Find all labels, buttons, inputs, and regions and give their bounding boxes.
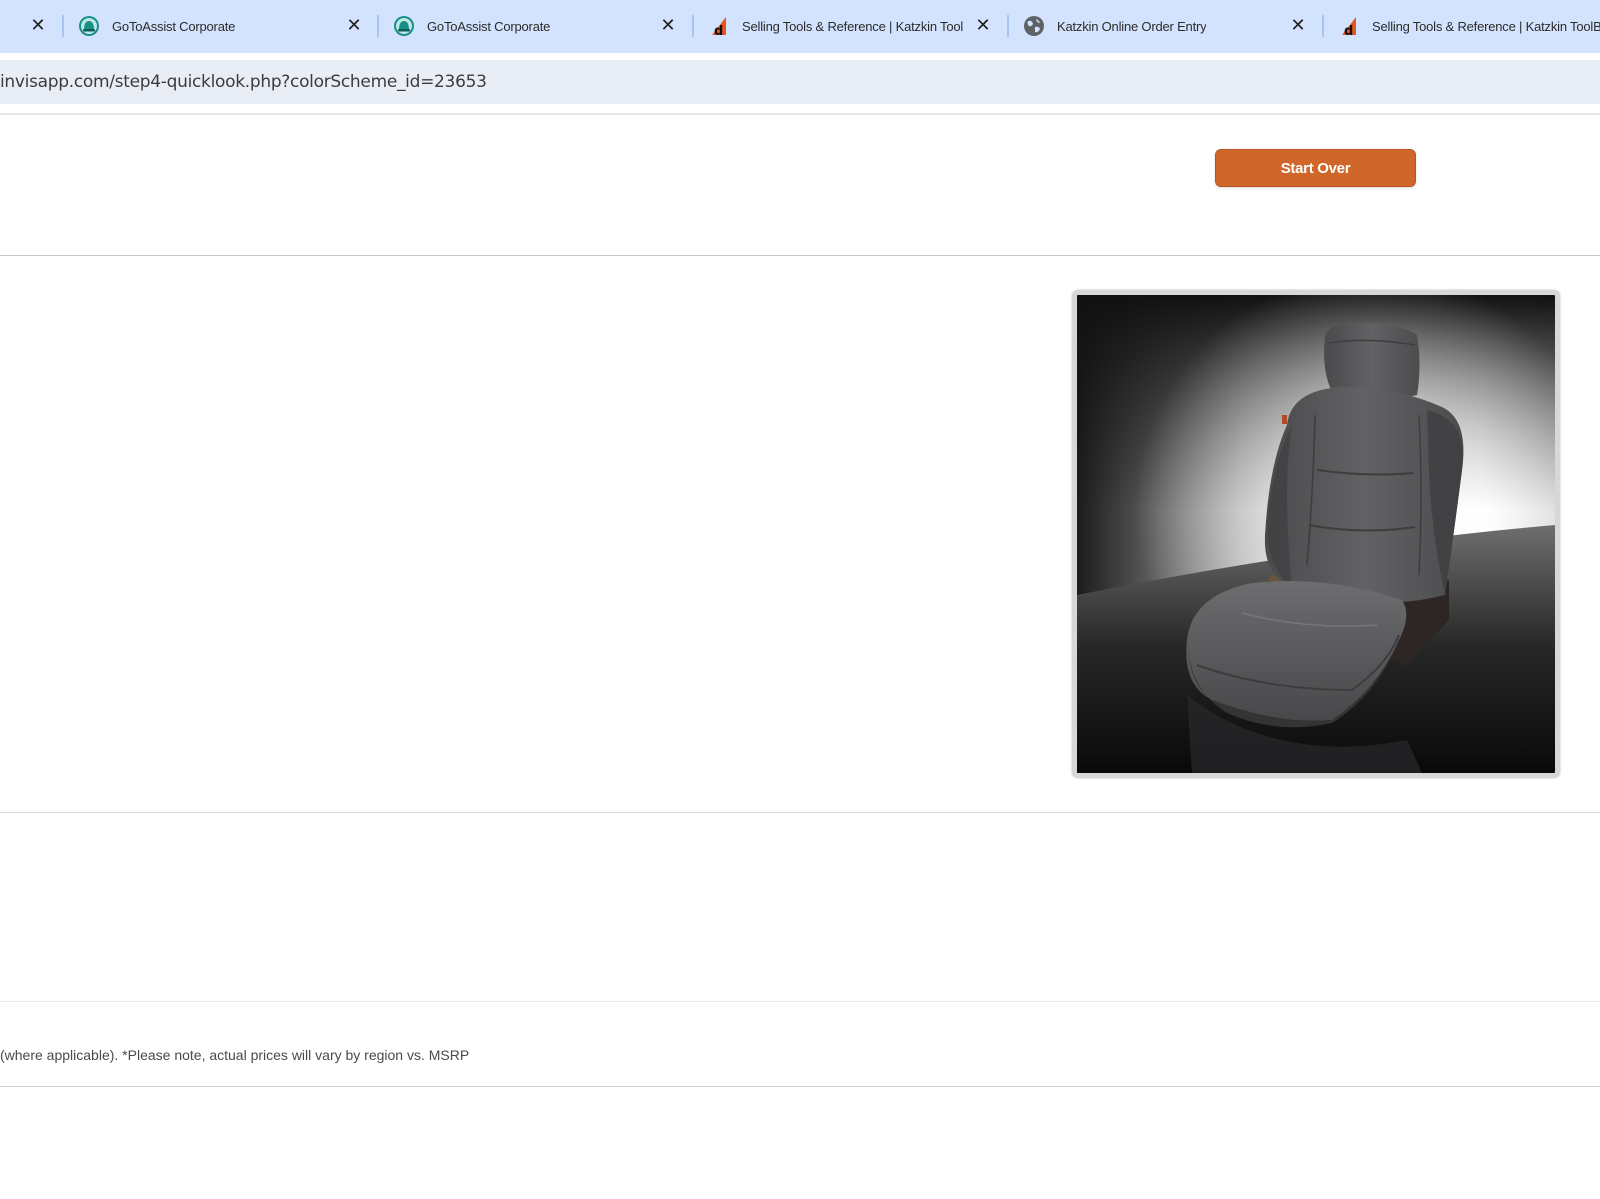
tab-title: Selling Tools & Reference | Katzkin Tool…: [1372, 18, 1600, 34]
address-bar[interactable]: invisapp.com/step4-quicklook.php?colorSc…: [0, 60, 1600, 104]
tab-separator: [377, 15, 379, 37]
section-divider: [0, 812, 1600, 813]
tab-close-icon[interactable]: ✕: [343, 15, 365, 37]
tab-title: Selling Tools & Reference | Katzkin Tool…: [742, 18, 963, 34]
tab-close-icon[interactable]: ✕: [657, 15, 679, 37]
start-over-button[interactable]: Start Over: [1215, 149, 1416, 187]
tab-gotoassist-1[interactable]: GoToAssist Corporate: [78, 10, 328, 42]
tab-katzkin-selling-tools-2[interactable]: d Selling Tools & Reference | Katzkin To…: [1338, 10, 1600, 42]
tab-close-icon[interactable]: ✕: [27, 15, 49, 37]
browser-toolbar: invisapp.com/step4-quicklook.php?colorSc…: [0, 53, 1600, 111]
katzkin-icon: d: [1342, 17, 1356, 37]
tab-close-icon[interactable]: ✕: [972, 15, 994, 37]
tab-katzkin-order-entry[interactable]: Katzkin Online Order Entry: [1023, 10, 1273, 42]
section-divider: [0, 1086, 1600, 1087]
tab-separator: [1322, 15, 1324, 37]
svg-text:d: d: [1344, 24, 1353, 37]
katzkin-icon: d: [712, 17, 726, 37]
tab-separator: [692, 15, 694, 37]
section-divider: [0, 255, 1600, 256]
tab-title: GoToAssist Corporate: [427, 18, 551, 34]
tab-title: Katzkin Online Order Entry: [1057, 18, 1207, 34]
tab-separator: [1007, 15, 1009, 37]
tab-gotoassist-2[interactable]: GoToAssist Corporate: [393, 10, 643, 42]
address-bar-url[interactable]: invisapp.com/step4-quicklook.php?colorSc…: [0, 72, 487, 92]
seat-product-image: [1072, 290, 1560, 778]
tab-title: GoToAssist Corporate: [112, 18, 236, 34]
seat-image: [1077, 295, 1555, 773]
svg-text:d: d: [714, 24, 723, 37]
section-divider: [0, 1001, 1600, 1002]
toolbar-divider: [0, 113, 1600, 115]
pricing-disclaimer: (where applicable). *Please note, actual…: [0, 1047, 470, 1063]
browser-tab-strip: ✕ GoToAssist Corporate ✕ GoToAssist Corp…: [0, 0, 1600, 53]
gotoassist-icon: [79, 16, 99, 36]
tab-katzkin-selling-tools-1[interactable]: d Selling Tools & Reference | Katzkin To…: [708, 10, 963, 42]
globe-icon: [1024, 16, 1044, 36]
tab-separator: [62, 15, 64, 37]
tab-close-icon[interactable]: ✕: [1287, 15, 1309, 37]
gotoassist-icon: [394, 16, 414, 36]
